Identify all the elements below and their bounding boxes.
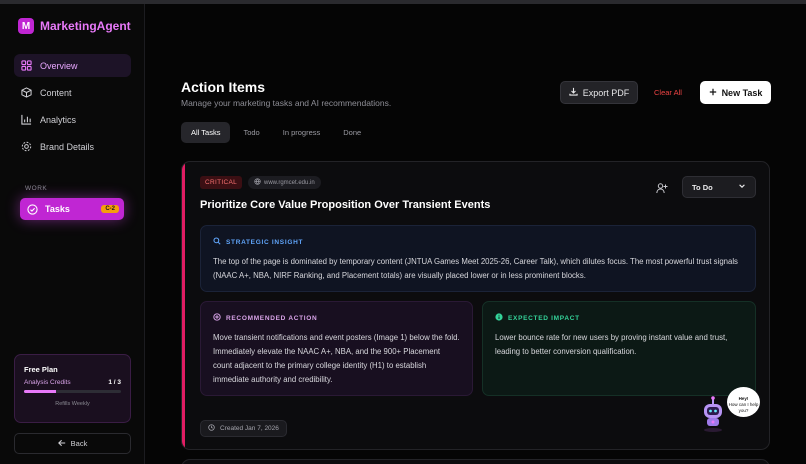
expected-impact-box: EXPECTED IMPACT Lower bounce rate for ne… (482, 301, 756, 396)
action-heading-label: RECOMMENDED ACTION (226, 314, 318, 322)
back-label: Back (70, 439, 88, 448)
task-title: Prioritize Core Value Proposition Over T… (200, 199, 491, 211)
new-task-button[interactable]: New Task (700, 81, 771, 104)
plan-title: Free Plan (24, 365, 58, 374)
back-button[interactable]: Back (14, 433, 131, 454)
sidebar-nav: Overview Content Analytics Brand Details (14, 54, 131, 162)
action-heading: RECOMMENDED ACTION (213, 313, 460, 323)
credits-row: Analysis Credits 1 / 3 (24, 379, 121, 386)
status-select[interactable]: To Do (682, 176, 756, 198)
export-pdf-label: Export PDF (582, 87, 630, 98)
target-icon (213, 313, 221, 323)
insight-body: The top of the page is dominated by temp… (213, 257, 738, 280)
plan-card: Free Plan Analysis Credits 1 / 3 Refills… (14, 354, 131, 423)
sidebar-item-overview[interactable]: Overview (14, 54, 131, 77)
tasks-badge: C-2 (101, 205, 119, 213)
page-subtitle: Manage your marketing tasks and AI recom… (181, 98, 392, 108)
grid-icon (21, 60, 32, 71)
clear-all-button[interactable]: Clear All (654, 88, 682, 97)
info-circle-icon (495, 313, 503, 323)
greeting-line2: How can I help you? (728, 402, 759, 413)
sidebar-item-analytics[interactable]: Analytics (14, 108, 131, 131)
chevron-down-icon (738, 182, 746, 192)
credits-progress-bar (24, 390, 121, 393)
impact-body: Lower bounce rate for new users by provi… (495, 333, 728, 356)
chart-icon (21, 114, 32, 125)
sidebar-item-label: Content (40, 87, 72, 98)
insight-heading: STRATEGIC INSIGHT (213, 237, 743, 247)
refill-note: Refills Weekly (55, 401, 90, 407)
sidebar-item-brand-details[interactable]: Brand Details (14, 135, 131, 158)
sidebar-item-label: Tasks (45, 204, 70, 214)
domain-badge: www.rgmcet.edu.in (248, 176, 321, 189)
tab-done[interactable]: Done (333, 122, 371, 143)
arrow-left-icon (57, 439, 66, 449)
impact-heading-label: EXPECTED IMPACT (508, 314, 580, 322)
brand[interactable]: M MarketingAgent (18, 18, 131, 34)
page-title: Action Items (181, 79, 266, 95)
brand-name: MarketingAgent (40, 19, 131, 33)
clock-icon (208, 424, 215, 433)
new-task-label: New Task (721, 87, 763, 98)
sidebar: M MarketingAgent Overview Content Analyt… (0, 4, 145, 464)
sidebar-item-label: Overview (40, 60, 78, 71)
assign-user-icon[interactable] (656, 181, 668, 194)
insight-heading-label: STRATEGIC INSIGHT (226, 238, 304, 246)
check-circle-icon (27, 203, 38, 215)
created-date: Created Jan 7, 2026 (220, 425, 279, 432)
created-date-chip: Created Jan 7, 2026 (200, 420, 287, 437)
credits-label: Analysis Credits (24, 379, 71, 386)
sidebar-item-label: Brand Details (40, 141, 95, 152)
plus-icon (709, 88, 717, 98)
search-icon (213, 237, 221, 247)
task-card[interactable]: CRITICAL www.rgmcet.edu.in Prioritize Co… (181, 161, 770, 450)
brand-logo: M (18, 18, 34, 34)
priority-badge: CRITICAL (200, 176, 243, 189)
sidebar-item-label: Analytics (40, 114, 77, 125)
status-value: To Do (692, 182, 713, 192)
download-icon (569, 87, 578, 98)
next-task-card[interactable] (181, 459, 770, 464)
domain-label: www.rgmcet.edu.in (264, 179, 315, 186)
globe-icon (254, 178, 261, 187)
credits-progress-fill (24, 390, 56, 393)
task-filter-tabs: All Tasks Todo In progress Done (181, 122, 371, 143)
export-pdf-button[interactable]: Export PDF (560, 81, 638, 104)
assistant-greeting-bubble[interactable]: Hey! How can I help you? (727, 387, 760, 417)
section-label-work: WORK (25, 185, 48, 192)
impact-heading: EXPECTED IMPACT (495, 313, 743, 323)
priority-accent-bar (182, 162, 185, 449)
credits-count: 1 / 3 (108, 379, 121, 386)
sidebar-item-tasks[interactable]: Tasks C-2 (20, 198, 124, 220)
gear-icon (21, 141, 32, 152)
action-body: Move transient notifications and event p… (213, 333, 460, 384)
strategic-insight-box: STRATEGIC INSIGHT The top of the page is… (200, 225, 756, 292)
sidebar-item-content[interactable]: Content (14, 81, 131, 104)
tab-all-tasks[interactable]: All Tasks (181, 122, 231, 143)
tab-todo[interactable]: Todo (233, 122, 269, 143)
recommended-action-box: RECOMMENDED ACTION Move transient notifi… (200, 301, 473, 396)
cube-icon (21, 87, 32, 98)
tab-in-progress[interactable]: In progress (273, 122, 331, 143)
